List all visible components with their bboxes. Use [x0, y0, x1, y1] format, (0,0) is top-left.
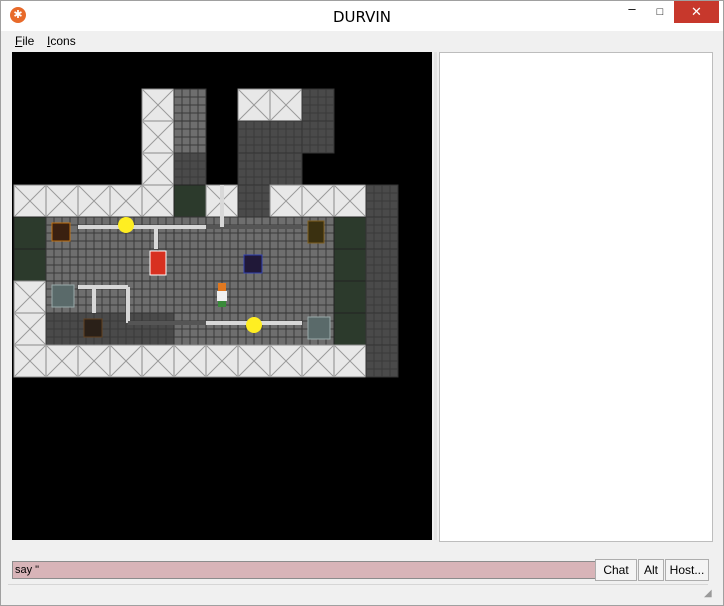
- player-head-icon: [218, 283, 226, 291]
- grille-tile: [173, 184, 207, 218]
- floor-hatch-icon: [83, 318, 103, 338]
- locker-icon: [307, 220, 325, 244]
- vent-orange-icon: [51, 222, 71, 242]
- scrubber-icon: [51, 284, 75, 308]
- resize-grip-icon[interactable]: ◢: [704, 588, 716, 600]
- ceiling-light-icon[interactable]: [246, 317, 262, 333]
- ceiling-light-icon[interactable]: [118, 217, 134, 233]
- grille-tile: [333, 248, 367, 282]
- grille-tile: [333, 280, 367, 314]
- title-bar[interactable]: ✱ DURVIN – □ ✕: [1, 1, 723, 31]
- game-window: ✱ DURVIN – □ ✕ File Icons Chat Alt Host.…: [0, 0, 724, 606]
- status-bar: [8, 584, 708, 601]
- gas-canister-icon: [149, 250, 167, 276]
- scrubber-icon: [307, 316, 331, 340]
- grille-tile: [13, 216, 47, 250]
- maximize-button[interactable]: □: [646, 1, 674, 23]
- chat-button[interactable]: Chat: [595, 559, 637, 581]
- menu-bar: File Icons: [1, 32, 723, 50]
- window-title: DURVIN: [332, 8, 392, 26]
- chat-output[interactable]: [439, 52, 713, 542]
- grille-tile: [13, 248, 47, 282]
- alt-button[interactable]: Alt: [638, 559, 664, 581]
- host-button[interactable]: Host...: [665, 559, 709, 581]
- player-legs-icon: [218, 301, 226, 307]
- grille-tile: [333, 312, 367, 346]
- menu-icons[interactable]: Icons: [47, 34, 76, 48]
- map-viewport[interactable]: [12, 52, 432, 540]
- vent-blue-icon: [243, 254, 263, 274]
- pane-splitter[interactable]: [434, 52, 437, 540]
- minimize-button[interactable]: –: [618, 1, 646, 23]
- station-map[interactable]: [12, 52, 432, 540]
- player-body-icon: [217, 291, 227, 301]
- menu-file[interactable]: File: [15, 34, 34, 48]
- close-button[interactable]: ✕: [674, 1, 719, 23]
- command-input[interactable]: [12, 561, 596, 579]
- grille-tile: [333, 216, 367, 250]
